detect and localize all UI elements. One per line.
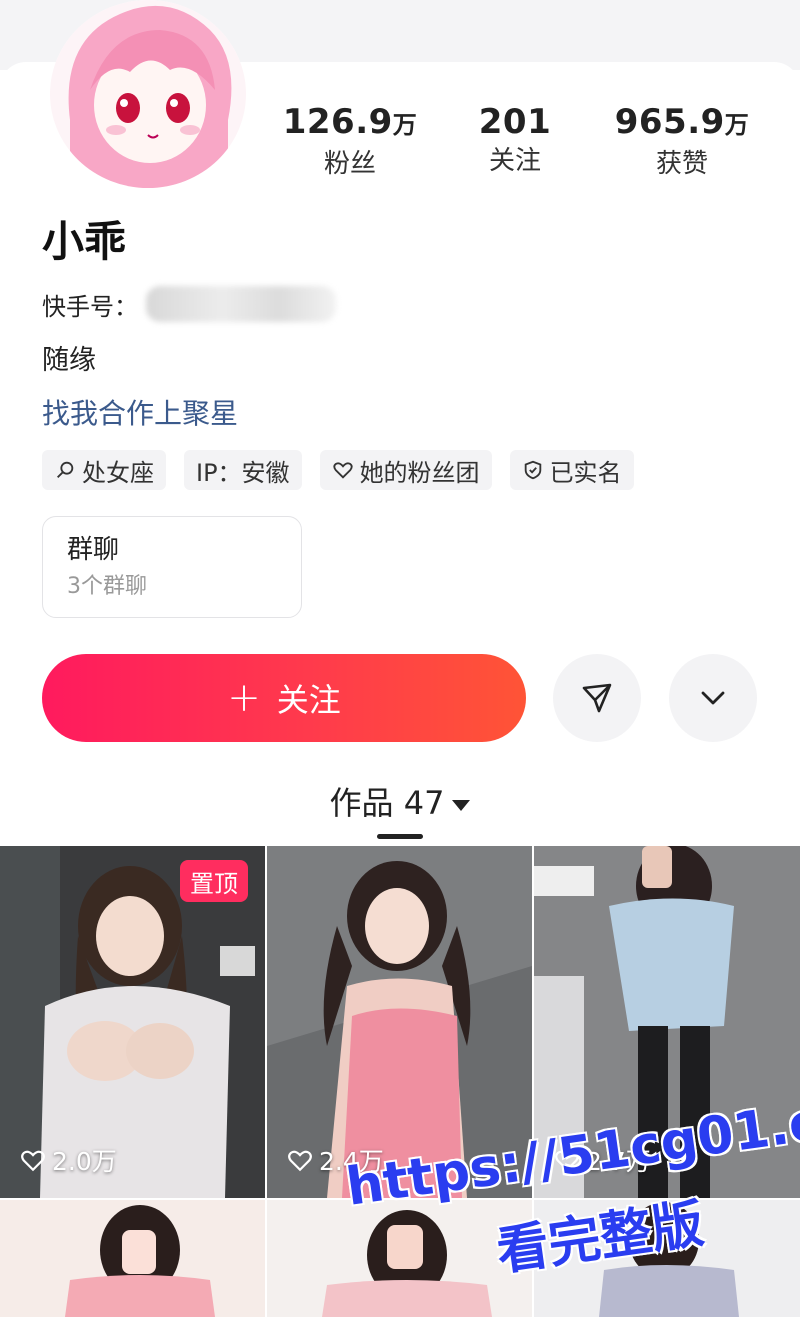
tag-verified-label: 已实名	[549, 458, 622, 487]
stat-followers[interactable]: 126.9万 粉丝	[270, 100, 430, 181]
video-likes: 2.0万	[20, 1142, 117, 1178]
group-chat-card[interactable]: 群聊 3个群聊	[42, 516, 302, 618]
share-button[interactable]	[553, 654, 641, 742]
watermark-text: 看完整版	[493, 1194, 708, 1283]
video-item[interactable]: 置顶 2.0万	[0, 846, 265, 1198]
profile-stats: 126.9万 粉丝 201 关注 965.9万 获赞	[270, 100, 770, 190]
tag-ip: IP：安徽	[184, 450, 302, 490]
tab-underline	[377, 834, 423, 839]
plus-icon: +	[227, 675, 261, 721]
video-item[interactable]	[0, 1200, 265, 1317]
group-chat-title: 群聊	[67, 535, 120, 565]
tag-zodiac[interactable]: 处女座	[42, 450, 166, 490]
followers-count: 126.9	[282, 102, 393, 142]
profile-name: 小乖	[42, 217, 127, 266]
search-icon	[57, 461, 74, 478]
followers-unit: 万	[392, 111, 418, 139]
avatar[interactable]	[50, 0, 246, 188]
tag-ip-label: IP：安徽	[196, 458, 290, 487]
send-icon	[582, 683, 612, 713]
cooperation-link[interactable]: 找我合作上聚星	[42, 392, 238, 432]
shield-icon	[524, 460, 541, 480]
profile-tags: 处女座 IP：安徽 她的粉丝团 已实名	[42, 450, 634, 490]
following-label: 关注	[488, 146, 541, 176]
tag-zodiac-label: 处女座	[82, 458, 154, 487]
tab-works[interactable]: 作品 47	[0, 778, 800, 824]
account-id-row: 快手号：	[42, 286, 336, 322]
more-button[interactable]	[669, 654, 757, 742]
group-chat-count: 3个群聊	[67, 574, 147, 599]
tag-verified[interactable]: 已实名	[509, 450, 634, 490]
followers-label: 粉丝	[323, 149, 376, 179]
following-count: 201	[478, 102, 552, 142]
video-likes-count: 2.0万	[52, 1147, 117, 1176]
likes-label: 获赞	[655, 149, 708, 179]
pinned-badge: 置顶	[180, 860, 248, 902]
heart-icon	[288, 1150, 312, 1172]
heart-icon	[21, 1150, 45, 1172]
chevron-down-icon	[701, 691, 725, 705]
follow-button[interactable]: + 关注	[42, 654, 526, 742]
tab-works-label: 作品 47	[329, 784, 445, 822]
profile-bio: 随缘	[42, 345, 96, 376]
stat-following[interactable]: 201 关注	[435, 100, 595, 178]
tag-fan-group[interactable]: 她的粉丝团	[319, 450, 492, 490]
heart-icon	[332, 462, 353, 479]
likes-unit: 万	[724, 111, 750, 139]
tag-fan-group-label: 她的粉丝团	[359, 458, 480, 487]
account-id-label: 快手号：	[42, 292, 138, 321]
caret-down-icon	[452, 799, 471, 811]
follow-label: 关注	[276, 681, 341, 719]
likes-count: 965.9	[614, 102, 725, 142]
stat-likes[interactable]: 965.9万 获赞	[602, 100, 762, 181]
account-id-blurred	[146, 286, 336, 322]
